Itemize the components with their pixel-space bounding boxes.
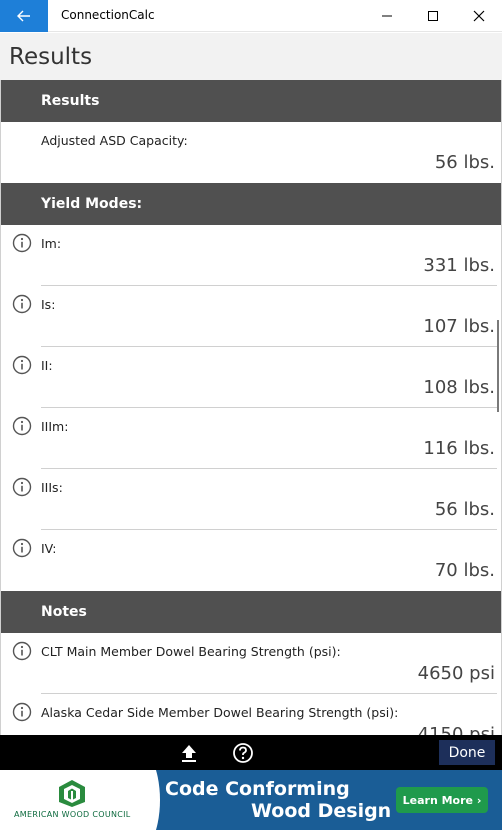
- ad-org-name: AMERICAN WOOD COUNCIL: [14, 810, 131, 819]
- yield-label: II:: [41, 358, 53, 373]
- title-bar: ConnectionCalc: [0, 0, 502, 32]
- note-row: Alaska Cedar Side Member Dowel Bearing S…: [1, 694, 501, 735]
- ad-title-line1: Code Conforming: [165, 778, 350, 800]
- minimize-button[interactable]: [364, 0, 410, 32]
- ad-divider-shape: [100, 770, 160, 830]
- info-icon[interactable]: [12, 416, 32, 436]
- results-scroll-area[interactable]: Results Adjusted ASD Capacity: 56 lbs. Y…: [0, 80, 502, 735]
- minimize-icon: [382, 15, 392, 17]
- info-icon[interactable]: [12, 538, 32, 558]
- section-header-notes: Notes: [1, 591, 501, 633]
- yield-label: IV:: [41, 541, 57, 556]
- page-title: Results: [9, 44, 93, 70]
- awc-logo-icon: [59, 780, 85, 807]
- section-header-yield-modes: Yield Modes:: [1, 183, 501, 225]
- upload-icon[interactable]: [178, 742, 200, 764]
- page-header: Results: [0, 33, 502, 80]
- note-value: 4150 psi: [417, 724, 495, 735]
- close-icon: [473, 10, 485, 22]
- ad-banner[interactable]: AMERICAN WOOD COUNCIL Code Conforming Wo…: [0, 770, 502, 830]
- app-bar: Done: [0, 735, 502, 770]
- maximize-button[interactable]: [410, 0, 456, 32]
- yield-row-iiim: IIIm: 116 lbs.: [1, 408, 501, 469]
- back-button[interactable]: [0, 0, 48, 32]
- yield-value: 56 lbs.: [434, 499, 495, 520]
- done-button[interactable]: Done: [439, 740, 495, 765]
- yield-value: 107 lbs.: [423, 316, 495, 337]
- yield-row-ii: II: 108 lbs.: [1, 347, 501, 408]
- yield-row-iv: IV: 70 lbs.: [1, 530, 501, 591]
- note-value: 4650 psi: [417, 663, 495, 684]
- close-button[interactable]: [456, 0, 502, 32]
- back-arrow-icon: [17, 10, 30, 22]
- help-icon[interactable]: [232, 742, 254, 764]
- info-icon[interactable]: [12, 294, 32, 314]
- section-header-results: Results: [1, 80, 501, 122]
- result-value: 56 lbs.: [434, 152, 495, 173]
- yield-value: 70 lbs.: [434, 560, 495, 581]
- result-row: Adjusted ASD Capacity: 56 lbs.: [1, 122, 501, 183]
- yield-row-iiis: IIIs: 56 lbs.: [1, 469, 501, 530]
- maximize-icon: [428, 11, 438, 21]
- yield-value: 331 lbs.: [423, 255, 495, 276]
- info-icon[interactable]: [12, 477, 32, 497]
- yield-row-im: Im: 331 lbs.: [1, 225, 501, 286]
- yield-label: Is:: [41, 297, 56, 312]
- app-title: ConnectionCalc: [61, 8, 155, 22]
- info-icon[interactable]: [12, 233, 32, 253]
- yield-label: IIIs:: [41, 480, 63, 495]
- result-label: Adjusted ASD Capacity:: [41, 133, 188, 148]
- scrollbar-thumb[interactable]: [497, 320, 499, 412]
- note-label: Alaska Cedar Side Member Dowel Bearing S…: [41, 705, 399, 720]
- info-icon[interactable]: [12, 355, 32, 375]
- info-icon[interactable]: [12, 641, 32, 661]
- yield-label: Im:: [41, 236, 62, 251]
- yield-label: IIIm:: [41, 419, 69, 434]
- ad-title-line2: Wood Design: [251, 800, 392, 822]
- info-icon[interactable]: [12, 702, 32, 722]
- yield-row-is: Is: 107 lbs.: [1, 286, 501, 347]
- yield-value: 116 lbs.: [423, 438, 495, 459]
- yield-value: 108 lbs.: [423, 377, 495, 398]
- note-label: CLT Main Member Dowel Bearing Strength (…: [41, 644, 341, 659]
- note-row: CLT Main Member Dowel Bearing Strength (…: [1, 633, 501, 694]
- learn-more-button[interactable]: Learn More ›: [396, 787, 488, 813]
